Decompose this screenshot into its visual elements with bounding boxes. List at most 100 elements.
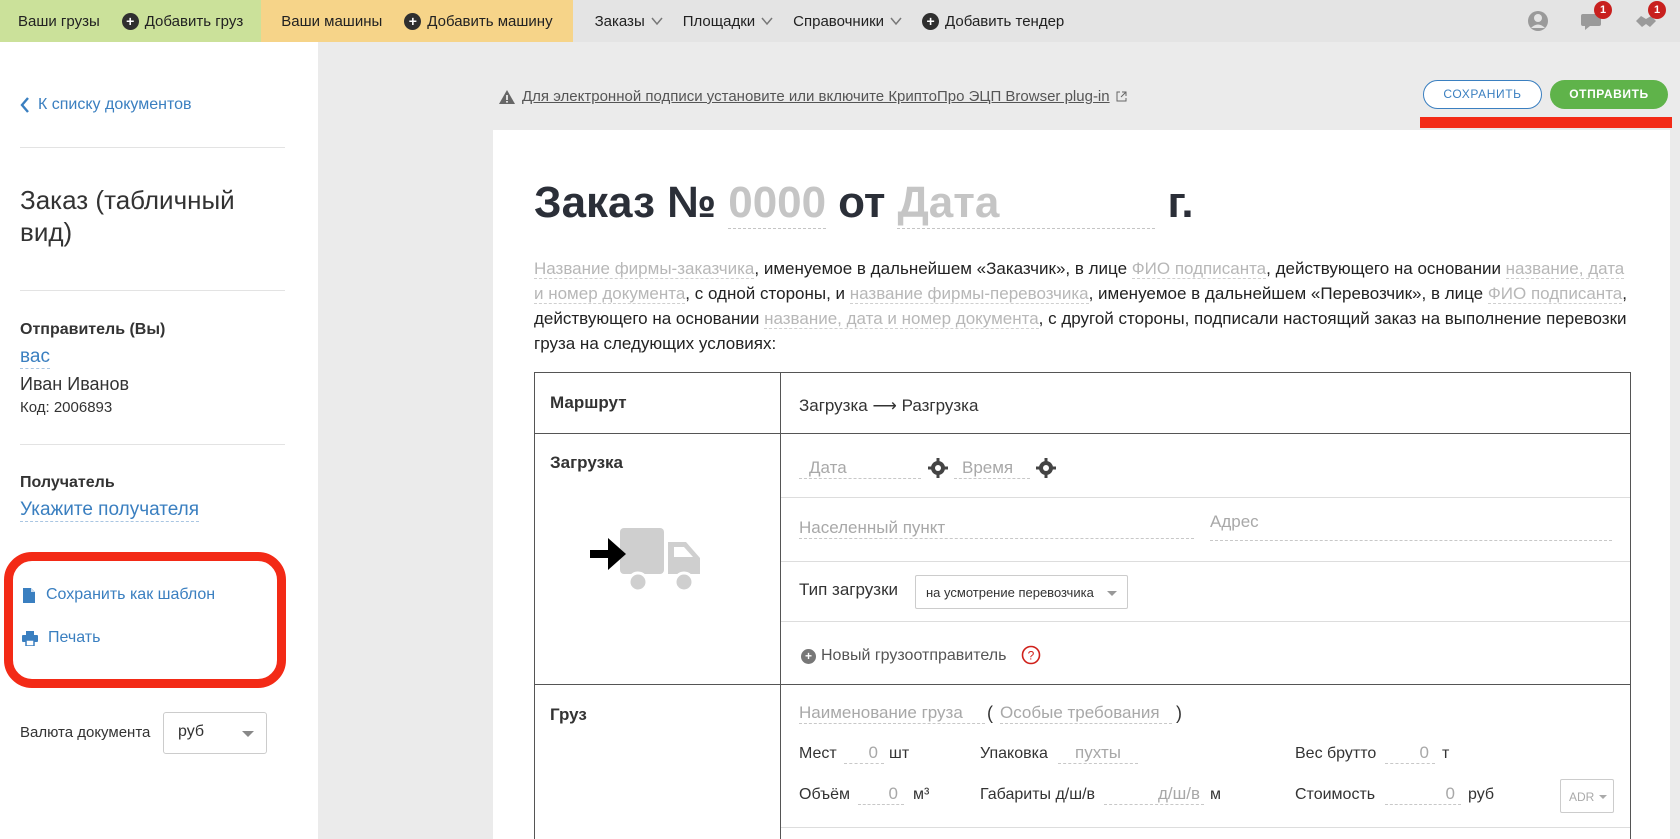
loading-time-placeholder: Время [962, 458, 1014, 477]
dimensions-unit: м [1210, 786, 1221, 803]
currency-value: руб [178, 723, 205, 740]
loading-date-field[interactable]: Дата [799, 458, 921, 479]
volume-label: Объём [799, 786, 850, 803]
plus-icon: + [922, 12, 940, 30]
places-field[interactable]: 0 [844, 743, 884, 764]
nav-orders-dropdown[interactable]: Заказы [595, 13, 663, 30]
loading-time-field[interactable]: Время [954, 458, 1030, 479]
divider [20, 444, 285, 445]
loading-label: Загрузка [550, 453, 623, 472]
nav-your-vehicles[interactable]: Ваши машины [281, 13, 382, 30]
recipient-label: Получатель [20, 474, 115, 491]
customer-signer-field[interactable]: ФИО подписанта [1131, 259, 1267, 279]
svg-text:?: ? [1028, 649, 1035, 663]
notifications-button[interactable]: 1 [1634, 1, 1666, 33]
new-shipper-button[interactable]: + Новый грузоотправитель [801, 647, 1006, 665]
gross-weight-field[interactable]: 0 [1385, 743, 1435, 764]
nav-add-tender-label: Добавить тендер [945, 12, 1065, 30]
caret-down-icon [1107, 591, 1117, 596]
intro-text: , с одной стороны, и [685, 284, 850, 303]
order-title: Заказ № 0000 от Дата г. [534, 178, 1194, 229]
order-title-suffix: г. [1167, 178, 1194, 227]
places-unit: шт [889, 745, 910, 762]
intro-text: , именуемое в дальнейшем «Заказчик», в л… [754, 259, 1132, 278]
plus-icon: + [404, 12, 422, 30]
highlight-box-actions [4, 552, 286, 688]
nav-add-cargo-label: Добавить груз [144, 12, 244, 30]
messages-badge: 1 [1594, 1, 1612, 19]
top-nav-bar: Ваши грузы + Добавить груз Ваши машины +… [0, 0, 1680, 42]
plus-icon: + [801, 648, 816, 664]
user-icon[interactable] [1526, 9, 1550, 33]
send-button[interactable]: ОТПРАВИТЬ [1550, 80, 1668, 109]
divider [20, 147, 285, 148]
intro-text: , именуемое в дальнейшем «Перевозчик», в… [1088, 284, 1488, 303]
divider [20, 290, 285, 291]
intro-paragraph: Название фирмы-заказчика, именуемое в да… [534, 256, 1634, 356]
order-number-field[interactable]: 0000 [728, 178, 827, 229]
warning-text: Для электронной подписи установите или в… [522, 88, 1110, 105]
warning-icon [499, 89, 515, 104]
route-value[interactable]: Загрузка ⟶ Разгрузка [799, 396, 978, 416]
special-requirements-field[interactable]: Особые требования [1000, 703, 1172, 724]
paren-close: ) [1176, 703, 1182, 723]
main-nav-group: Заказы Площадки Справочники + Добавить т… [573, 0, 1065, 42]
carrier-company-field[interactable]: название фирмы-перевозчика [849, 284, 1089, 304]
currency-label: Валюта документа [20, 724, 151, 741]
sender-label: Отправитель (Вы) [20, 321, 166, 338]
carrier-basis-field[interactable]: название, дата и номер документа [764, 309, 1039, 329]
save-button[interactable]: СОХРАНИТЬ [1423, 80, 1542, 109]
gear-icon[interactable] [1036, 458, 1056, 478]
dimensions-field[interactable]: д/ш/в [1104, 784, 1204, 805]
volume-unit: м³ [913, 786, 930, 803]
external-link-icon [1116, 91, 1127, 102]
gear-icon[interactable] [928, 458, 948, 478]
back-to-documents-link[interactable]: К списку документов [20, 96, 192, 114]
gross-weight-unit: т [1442, 745, 1450, 762]
table-subrow-divider [781, 561, 1630, 562]
nav-add-tender[interactable]: + Добавить тендер [922, 12, 1065, 30]
crypto-plugin-warning[interactable]: Для электронной подписи установите или в… [498, 88, 1127, 105]
sidebar: К списку документов Заказ (табличный вид… [0, 42, 318, 839]
nav-add-vehicle-label: Добавить машину [427, 12, 553, 30]
sender-link[interactable]: вас [20, 346, 50, 369]
gross-weight-label: Вес брутто [1295, 745, 1377, 762]
order-title-prefix: Заказ № [534, 178, 717, 227]
cost-unit: руб [1468, 786, 1495, 803]
help-icon[interactable]: ? [1021, 645, 1041, 665]
order-title-from: от [838, 178, 886, 227]
nav-add-cargo[interactable]: + Добавить груз [121, 12, 244, 30]
chevron-down-icon [761, 17, 773, 26]
document-type-title: Заказ (табличный вид) [20, 185, 235, 247]
route-label: Маршрут [550, 393, 627, 412]
loading-type-select[interactable]: на усмотрение перевозчика [915, 575, 1128, 609]
nav-add-vehicle[interactable]: + Добавить машину [404, 12, 553, 30]
table-subrow-divider [781, 827, 1630, 828]
packaging-label: Упаковка [980, 745, 1048, 762]
chevron-down-icon [890, 17, 902, 26]
nav-sites-dropdown[interactable]: Площадки [683, 13, 773, 30]
vehicle-nav-group: Ваши машины + Добавить машину [261, 0, 573, 42]
address-field[interactable]: Адрес [1210, 512, 1612, 541]
loading-type-value: на усмотрение перевозчика [926, 585, 1094, 600]
user-tools: 1 1 [1526, 0, 1666, 42]
carrier-signer-field[interactable]: ФИО подписанта [1487, 284, 1623, 304]
locality-field[interactable]: Населенный пункт [799, 518, 1194, 539]
dimensions-label: Габариты д/ш/в [980, 786, 1096, 803]
nav-your-cargo[interactable]: Ваши грузы [18, 13, 100, 30]
order-date-field[interactable]: Дата [897, 178, 1156, 229]
recipient-link[interactable]: Укажите получателя [20, 499, 200, 522]
table-column-divider [780, 372, 781, 839]
customer-company-field[interactable]: Название фирмы-заказчика [534, 259, 755, 279]
cost-label: Стоимость [1295, 786, 1376, 803]
cargo-name-field[interactable]: Наименование груза [799, 703, 985, 724]
currency-select[interactable]: руб [163, 712, 267, 754]
paren-open: ( [987, 703, 993, 723]
volume-field[interactable]: 0 [858, 784, 904, 805]
packaging-field[interactable]: пухты [1058, 743, 1138, 764]
messages-button[interactable]: 1 [1580, 1, 1612, 33]
nav-directories-dropdown[interactable]: Справочники [793, 13, 902, 30]
loading-date-placeholder: Дата [809, 458, 847, 477]
cost-field[interactable]: 0 [1385, 784, 1461, 805]
adr-select[interactable]: ADR [1560, 779, 1614, 813]
